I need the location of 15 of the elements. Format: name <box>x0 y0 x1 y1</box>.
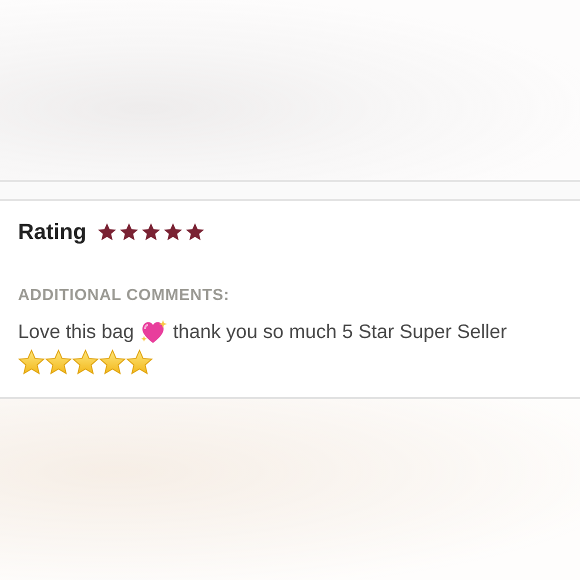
star-icon <box>45 349 72 375</box>
comment-text: thank you so much 5 Star Super Seller <box>173 320 507 344</box>
comment-text: Love this bag <box>18 320 134 344</box>
star-icon <box>126 349 153 375</box>
star-icon <box>186 223 204 241</box>
rating-label: Rating <box>18 219 86 245</box>
star-icon <box>142 223 160 241</box>
comments-heading: ADDITIONAL COMMENTS: <box>18 287 230 305</box>
star-icon <box>98 223 116 241</box>
star-icon <box>99 349 126 375</box>
star-icon <box>72 349 99 375</box>
star-icon <box>164 223 182 241</box>
star-icon <box>120 223 138 241</box>
sparkling-heart-icon <box>140 319 168 345</box>
star-icon <box>18 349 45 375</box>
